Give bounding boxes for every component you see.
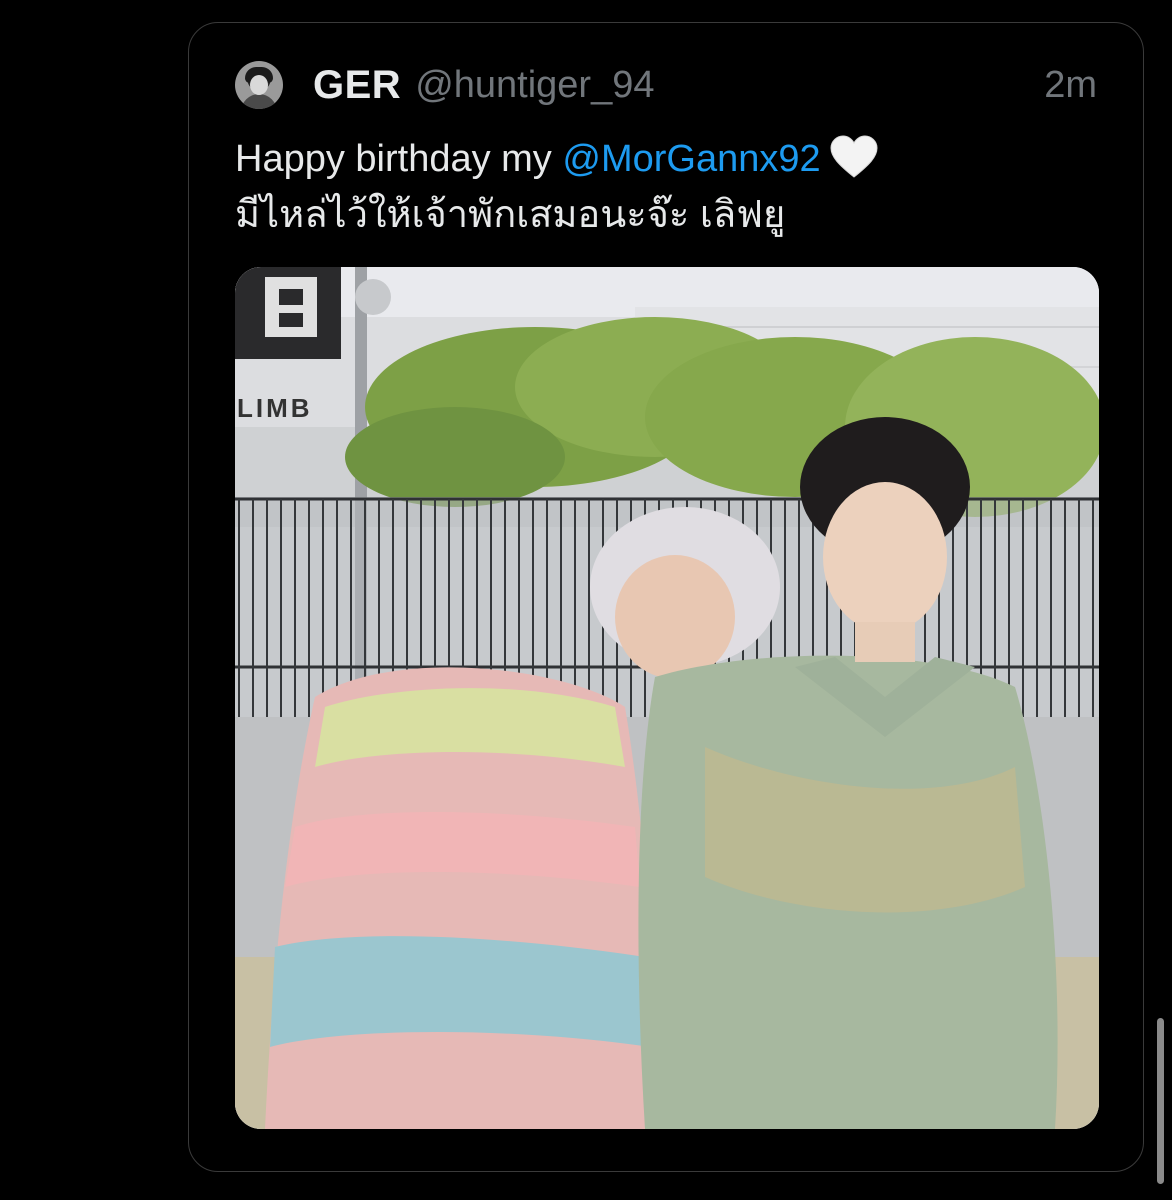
tweet-text: Happy birthday my @MorGannx92 มีไหล่ไว้ใ… xyxy=(235,131,1103,243)
display-name[interactable]: GER xyxy=(313,63,401,108)
tweet-text-line-2: มีไหล่ไว้ให้เจ้าพักเสมอนะจ๊ะ เลิฟยู xyxy=(235,194,786,236)
avatar[interactable] xyxy=(235,61,283,109)
scrollbar[interactable] xyxy=(1157,1018,1164,1184)
mention-link[interactable]: @MorGannx92 xyxy=(562,138,820,180)
tweet-text-line-1: Happy birthday my @MorGannx92 xyxy=(235,131,1103,187)
timestamp[interactable]: 2m xyxy=(1044,64,1097,107)
photo-illustration: LIMB xyxy=(235,267,1099,1129)
sign-text: LIMB xyxy=(237,393,313,423)
user-handle[interactable]: @huntiger_94 xyxy=(415,64,654,107)
quoted-tweet-card[interactable]: GER @huntiger_94 2m Happy birthday my @M… xyxy=(188,22,1144,1172)
tweet-header: GER @huntiger_94 2m xyxy=(235,61,1097,109)
tweet-text-prefix: Happy birthday my xyxy=(235,138,563,180)
page: GER @huntiger_94 2m Happy birthday my @M… xyxy=(0,0,1172,1200)
white-heart-icon xyxy=(830,135,878,178)
tweet-photo[interactable]: LIMB xyxy=(235,267,1099,1129)
